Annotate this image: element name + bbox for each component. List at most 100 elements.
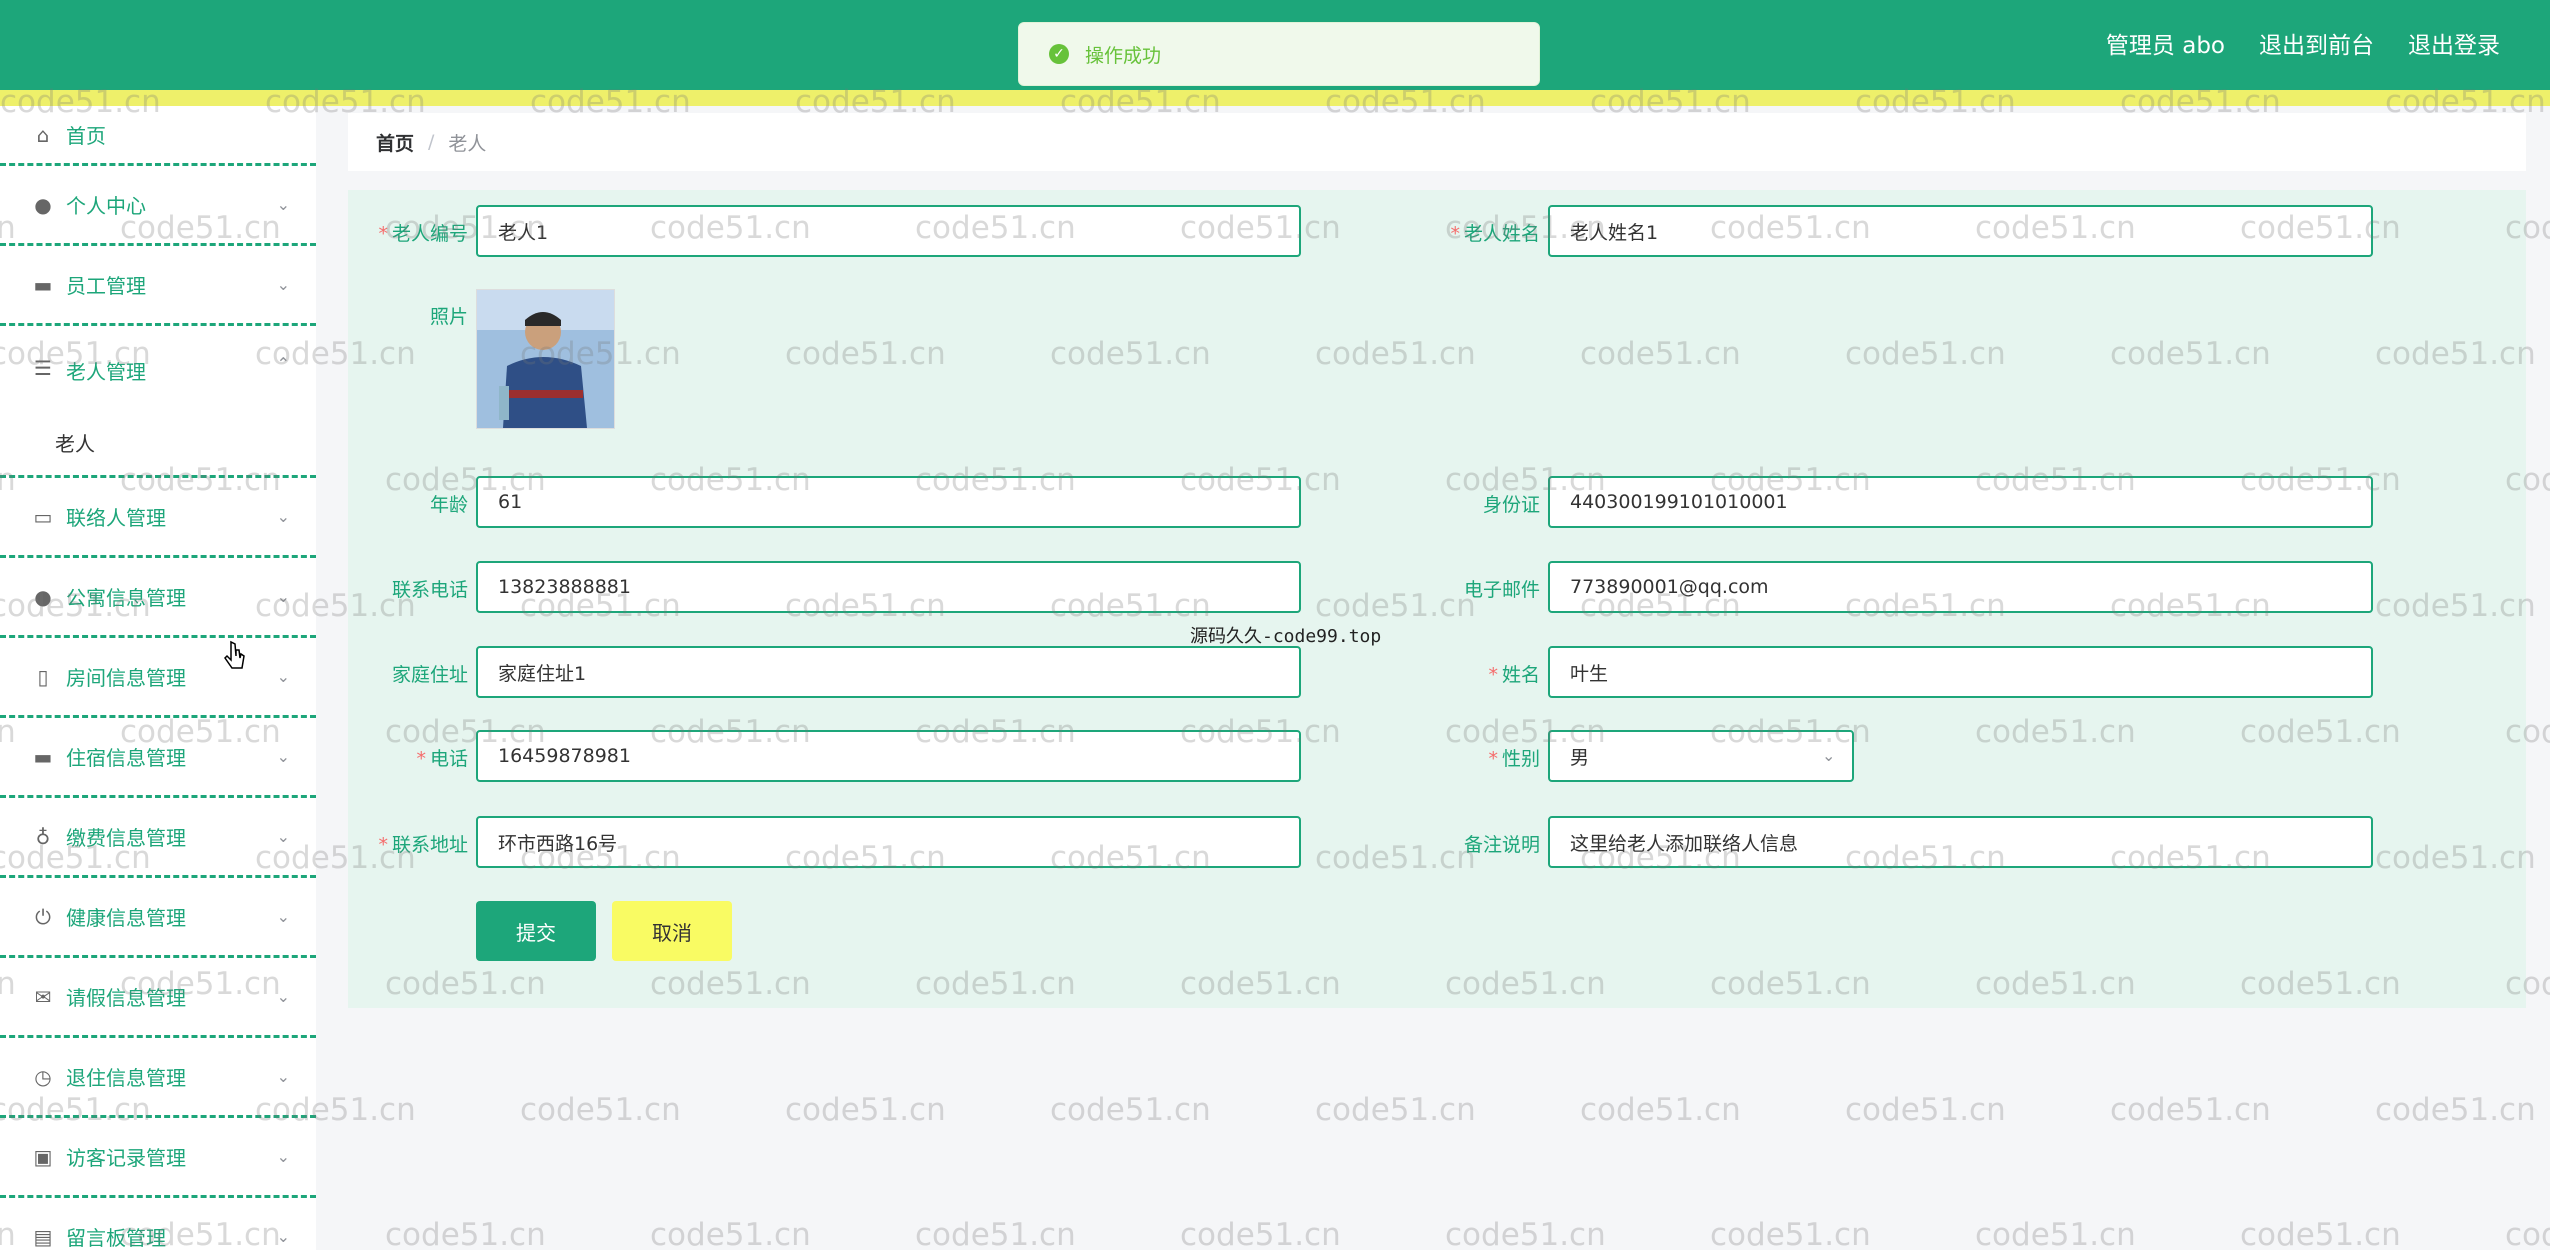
sidebar-subitem-elder[interactable]: 老人 xyxy=(55,428,95,457)
user-icon: ● xyxy=(34,192,52,217)
contact-phone-input[interactable] xyxy=(476,730,1301,782)
user-icon: ● xyxy=(34,584,52,609)
sidebar-item-personal-center[interactable]: ● 个人中心 ⌄ xyxy=(0,166,316,246)
breadcrumb-separator: / xyxy=(428,131,435,153)
elder-no-input[interactable] xyxy=(476,205,1301,257)
age-input[interactable] xyxy=(476,476,1301,528)
home-address-input[interactable] xyxy=(476,646,1301,698)
sidebar-item-label: 首页 xyxy=(66,124,106,148)
sidebar-item-visitor[interactable]: ▣ 访客记录管理 ⌄ xyxy=(0,1118,316,1198)
breadcrumb-current: 老人 xyxy=(448,132,487,155)
watermark-text: code51.cn xyxy=(1845,1092,2006,1128)
chevron-down-icon: ⌄ xyxy=(276,747,290,766)
contact-address-label: * 联系地址 xyxy=(378,834,468,856)
chevron-down-icon: ⌄ xyxy=(276,987,290,1006)
sidebar-item-label: 房间信息管理 xyxy=(66,666,186,690)
chair-icon: ▬ xyxy=(33,744,53,769)
age-label: 年龄 xyxy=(429,494,468,516)
elder-no-label: * 老人编号 xyxy=(378,223,468,245)
sidebar-item-label: 请假信息管理 xyxy=(66,986,186,1010)
home-address-label: 家庭住址 xyxy=(391,664,468,686)
watermark-text: code51.cn xyxy=(2375,1092,2536,1128)
watermark-text: code51.cn xyxy=(2505,1217,2550,1250)
breadcrumb: 首页 / 老人 xyxy=(348,113,2526,171)
chevron-down-icon: ⌄ xyxy=(276,507,290,526)
email-label: 电子邮件 xyxy=(1463,579,1540,601)
sidebar-item-label: 缴费信息管理 xyxy=(66,826,186,850)
watermark-text: code51.cn xyxy=(915,1217,1076,1250)
mail-icon: ✉ xyxy=(34,984,52,1009)
sidebar-menu: ⌂ 首页 ● 个人中心 ⌄ ▬ 员工管理 ⌄ ☰ 老人管理 ⌃ 老人 ▭ 联络人… xyxy=(0,106,316,1250)
submit-button[interactable]: 提交 xyxy=(476,901,596,961)
chat-icon: ▣ xyxy=(33,1144,53,1169)
phone-input[interactable] xyxy=(476,561,1301,613)
cancel-button[interactable]: 取消 xyxy=(612,901,732,961)
elder-name-input[interactable] xyxy=(1548,205,2373,257)
admin-user-label: 管理员 abo xyxy=(2105,33,2225,59)
watermark-text: code51.cn xyxy=(1975,1217,2136,1250)
elder-photo[interactable] xyxy=(476,289,615,429)
watermark-text: code51.cn xyxy=(2110,1092,2271,1128)
chevron-down-icon: ⌄ xyxy=(276,587,290,606)
photo-label: 照片 xyxy=(429,306,468,328)
breadcrumb-home[interactable]: 首页 xyxy=(376,129,414,156)
id-card-input[interactable] xyxy=(1548,476,2373,528)
phone-label: 联系电话 xyxy=(391,579,468,601)
watermark-text: code51.cn xyxy=(520,1092,681,1128)
sidebar-item-label: 访客记录管理 xyxy=(66,1146,186,1170)
check-circle-icon: ✓ xyxy=(1049,44,1069,64)
sidebar-item-label: 退住信息管理 xyxy=(66,1066,186,1090)
sidebar-item-payment[interactable]: ♁ 缴费信息管理 ⌄ xyxy=(0,798,316,878)
contact-address-input[interactable] xyxy=(476,816,1301,868)
elder-name-label: * 老人姓名 xyxy=(1450,223,1540,245)
sidebar-item-contact[interactable]: ▭ 联络人管理 ⌄ xyxy=(0,478,316,558)
sidebar-item-label: 公寓信息管理 xyxy=(66,586,186,610)
sidebar-item-label: 员工管理 xyxy=(66,274,146,298)
sidebar-item-label: 住宿信息管理 xyxy=(66,746,186,770)
watermark-text: code51.cn xyxy=(2240,1217,2401,1250)
sidebar-item-lodging[interactable]: ▬ 住宿信息管理 ⌄ xyxy=(0,718,316,798)
sidebar-item-home[interactable]: ⌂ 首页 xyxy=(0,106,316,166)
sidebar-item-label: 健康信息管理 xyxy=(66,906,186,930)
sidebar-item-message-board[interactable]: ▤ 留言板管理 ⌄ xyxy=(0,1198,316,1250)
chevron-down-icon: ⌄ xyxy=(276,1147,290,1166)
watermark-text: code51.cn xyxy=(1180,1217,1341,1250)
person-photo-icon xyxy=(477,290,614,428)
sidebar-item-elder[interactable]: ☰ 老人管理 ⌃ xyxy=(0,326,316,478)
mouse-cursor-icon xyxy=(224,640,245,669)
id-card-label: 身份证 xyxy=(1482,494,1540,516)
cart-icon: ▤ xyxy=(33,1224,53,1249)
success-toast: ✓ 操作成功 xyxy=(1018,22,1540,86)
watermark-text: code51.cn xyxy=(1050,1092,1211,1128)
watermark-text: code51.cn xyxy=(1710,1217,1871,1250)
sidebar-item-label: 个人中心 xyxy=(66,194,146,218)
gender-label: * 性别 xyxy=(1488,748,1540,770)
contact-name-input[interactable] xyxy=(1548,646,2373,698)
sidebar-item-apartment[interactable]: ● 公寓信息管理 ⌄ xyxy=(0,558,316,638)
card-icon: ▭ xyxy=(33,504,53,529)
logout-link[interactable]: 退出登录 xyxy=(2408,26,2500,60)
watermark-text: code51.cn xyxy=(1315,1092,1476,1128)
remark-label: 备注说明 xyxy=(1463,834,1540,856)
gender-select[interactable] xyxy=(1548,730,1854,782)
sidebar-item-leave[interactable]: ✉ 请假信息管理 ⌄ xyxy=(0,958,316,1038)
watermark-text: code51.cn xyxy=(650,1217,811,1250)
sidebar-item-label: 留言板管理 xyxy=(66,1226,166,1250)
list-icon: ☰ xyxy=(34,356,52,380)
exit-to-front-link[interactable]: 退出到前台 xyxy=(2259,26,2374,60)
chevron-down-icon: ⌄ xyxy=(276,827,290,846)
sidebar-item-label: 老人管理 xyxy=(66,360,146,384)
clock-icon: ◷ xyxy=(34,1064,52,1089)
sidebar-item-label: 联络人管理 xyxy=(66,506,166,530)
chair-icon: ▬ xyxy=(33,272,53,297)
sidebar-item-staff[interactable]: ▬ 员工管理 ⌄ xyxy=(0,246,316,326)
remark-input[interactable] xyxy=(1548,816,2373,868)
sidebar-item-checkout[interactable]: ◷ 退住信息管理 ⌄ xyxy=(0,1038,316,1118)
header-accent-stripe xyxy=(0,90,2550,106)
watermark-text: code51.cn xyxy=(785,1092,946,1128)
watermark-text: code51.cn xyxy=(1445,1217,1606,1250)
sidebar-item-room[interactable]: ▯ 房间信息管理 ⌄ xyxy=(0,638,316,718)
chevron-down-icon: ⌄ xyxy=(276,667,290,686)
email-input[interactable] xyxy=(1548,561,2373,613)
sidebar-item-health[interactable]: ⏻ 健康信息管理 ⌄ xyxy=(0,878,316,958)
